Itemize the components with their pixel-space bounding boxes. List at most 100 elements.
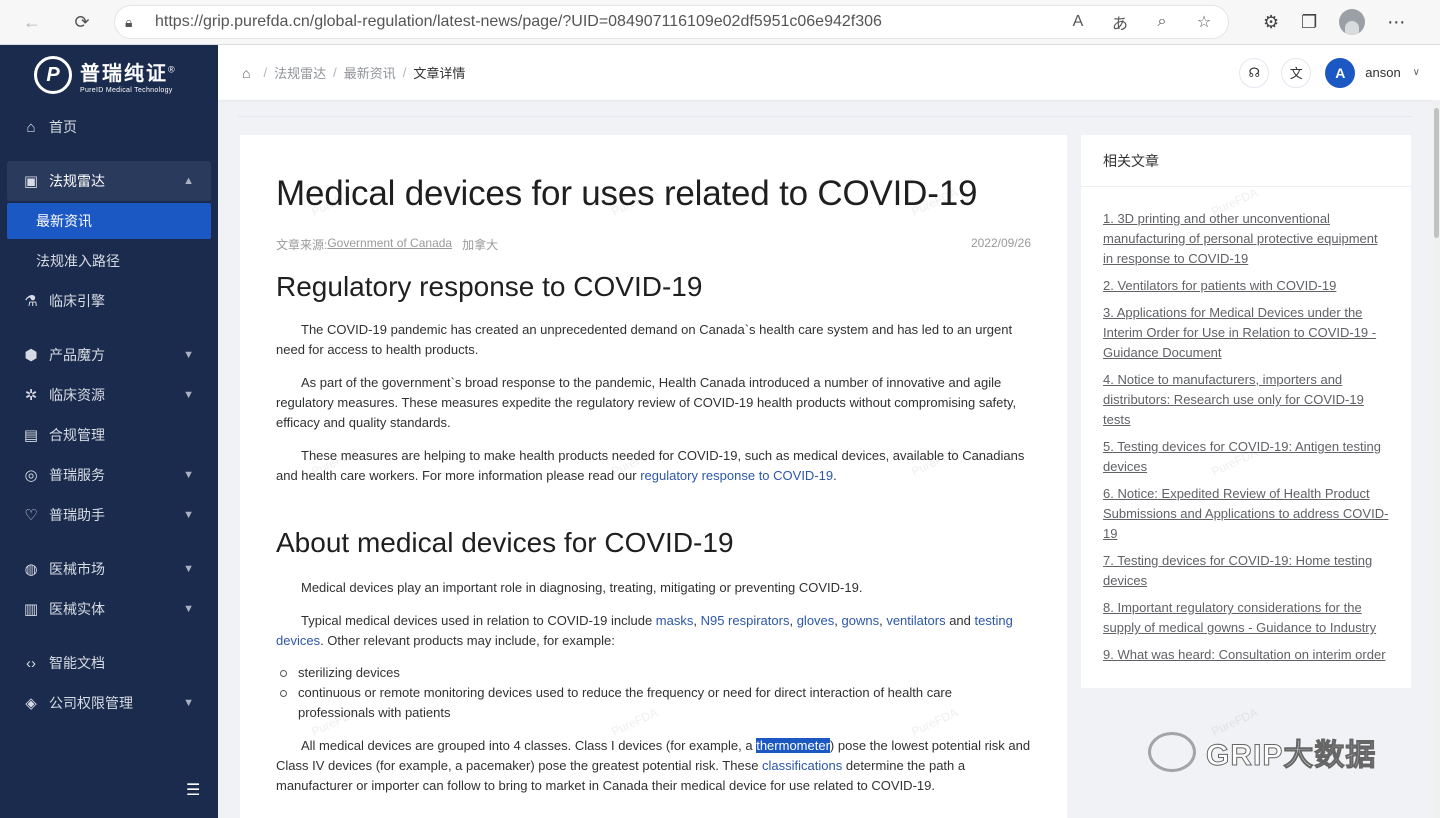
selected-text[interactable]: thermometer: [756, 738, 830, 753]
brand-logo[interactable]: P 普瑞纯证® PureID Medical Technology: [0, 45, 218, 105]
chevron-down-icon[interactable]: ∨: [1413, 67, 1420, 78]
gloves-link[interactable]: gloves: [797, 613, 835, 628]
related-link[interactable]: 9. What was heard: Consultation on inter…: [1103, 647, 1386, 662]
sidebar-item-access-path[interactable]: 法规准入路径: [0, 241, 218, 281]
section-heading: About medical devices for COVID-19: [276, 527, 734, 558]
brand-name-cn: 普瑞纯证®: [80, 62, 177, 85]
related-link[interactable]: 2. Ventilators for patients with COVID-1…: [1103, 278, 1336, 293]
brand-watermark: GRIP大数据: [1148, 730, 1376, 774]
scrollbar-thumb[interactable]: [1434, 108, 1439, 238]
heart-icon: ♡: [24, 507, 38, 524]
chevron-down-icon: ▼: [183, 469, 194, 481]
add-favorite-icon[interactable]: ☆: [1190, 12, 1218, 32]
url-text[interactable]: https://grip.purefda.cn/global-regulatio…: [155, 13, 882, 31]
related-articles-panel: 相关文章 1. 3D printing and other unconventi…: [1081, 135, 1411, 688]
source-link[interactable]: Government of Canada: [327, 236, 452, 253]
article-card: Medical devices for uses related to COVI…: [240, 135, 1067, 818]
sidebar-item-latest-news[interactable]: 最新资讯: [7, 203, 211, 239]
brand-name-en: PureID Medical Technology: [80, 86, 173, 94]
refresh-icon[interactable]: ⟳: [66, 6, 98, 38]
lock-icon[interactable]: 🔒︎: [125, 14, 151, 31]
classifications-link[interactable]: classifications: [762, 758, 842, 773]
related-link[interactable]: 1. 3D printing and other unconventional …: [1103, 211, 1378, 266]
language-icon[interactable]: 文: [1281, 57, 1312, 88]
regulatory-response-link[interactable]: regulatory response to COVID-19: [640, 468, 833, 483]
translate-icon[interactable]: あ: [1106, 10, 1134, 34]
breadcrumb: ⌂ / 法规雷达 / 最新资讯 / 文章详情: [242, 63, 466, 82]
bullet-list: sterilizing devices continuous or remote…: [276, 663, 1031, 723]
profile-avatar[interactable]: [1339, 9, 1366, 35]
article-date: 2022/09/26: [970, 236, 1031, 250]
sidebar-item-clinical-engine[interactable]: ⚗ 临床引擎: [0, 281, 218, 321]
zoom-icon[interactable]: ⌕: [1148, 13, 1176, 31]
sidebar-item-regulatory-radar[interactable]: ▣ 法规雷达 ▲: [7, 161, 211, 201]
compass-icon: ◎: [24, 467, 38, 484]
country-label: 加拿大: [462, 238, 499, 252]
section-heading: Regulatory response to COVID-19: [276, 271, 703, 302]
list-item: 7. Testing devices for COVID-19: Home te…: [1103, 551, 1391, 591]
sidebar-item-compliance[interactable]: ▤ 合规管理: [0, 415, 218, 455]
sidebar-item-device-market[interactable]: ◍ 医械市场 ▼: [0, 549, 218, 589]
sidebar-item-services[interactable]: ◎ 普瑞服务 ▼: [0, 455, 218, 495]
n95-link[interactable]: N95 respirators: [701, 613, 790, 628]
sidebar-menu: ⌂ 首页 ▣ 法规雷达 ▲ 最新资讯 法规准入路径 ⚗ 临床引擎 ⬢ 产品魔方 ▼ ✲ 临床资…: [0, 107, 218, 723]
back-arrow-icon[interactable]: ←: [16, 6, 48, 38]
list-item: sterilizing devices: [276, 663, 1031, 683]
list-item: 3. Applications for Medical Devices unde…: [1103, 303, 1391, 363]
related-link[interactable]: 6. Notice: Expedited Review of Health Pr…: [1103, 486, 1388, 541]
sidebar-item-permissions[interactable]: ◈ 公司权限管理 ▼: [0, 683, 218, 723]
read-aloud-icon[interactable]: A: [1064, 13, 1092, 31]
article-meta: 文章来源: Government of Canada 加拿大 2022/09/2…: [276, 236, 1031, 253]
chevron-down-icon: ▼: [183, 349, 194, 361]
more-menu-icon[interactable]: ⋯: [1387, 12, 1405, 33]
page-header: ⌂ / 法规雷达 / 最新资讯 / 文章详情 ☊ 文 A anson ∨: [218, 45, 1440, 100]
paragraph: The COVID-19 pandemic has created an unp…: [276, 322, 1013, 357]
sidebar-item-home[interactable]: ⌂ 首页: [0, 107, 218, 147]
paragraph: All medical devices are grouped into 4 c…: [276, 738, 1031, 793]
collections-icon[interactable]: ❐: [1301, 12, 1317, 33]
chevron-up-icon: ▲: [183, 175, 194, 187]
gowns-link[interactable]: gowns: [842, 613, 880, 628]
sidebar-item-smart-docs[interactable]: ‹› 智能文档: [0, 643, 218, 683]
chevron-down-icon: ▼: [183, 697, 194, 709]
sidebar-item-clinical-resources[interactable]: ✲ 临床资源 ▼: [0, 375, 218, 415]
list-item: 6. Notice: Expedited Review of Health Pr…: [1103, 484, 1391, 544]
layers-icon: ◈: [25, 695, 37, 712]
related-link[interactable]: 5. Testing devices for COVID-19: Antigen…: [1103, 439, 1381, 474]
related-link[interactable]: 8. Important regulatory considerations f…: [1103, 600, 1376, 635]
flask-icon: ⚗: [24, 293, 38, 310]
ventilators-link[interactable]: ventilators: [886, 613, 945, 628]
avatar[interactable]: A: [1325, 57, 1356, 88]
sidebar-item-product-cube[interactable]: ⬢ 产品魔方 ▼: [0, 335, 218, 375]
extensions-icon[interactable]: ⚙: [1263, 12, 1279, 33]
breadcrumb-item[interactable]: 最新资讯: [344, 63, 396, 82]
address-bar[interactable]: 🔒︎ https://grip.purefda.cn/global-regula…: [114, 5, 1229, 39]
home-icon: ⌂: [26, 118, 36, 136]
paragraph: These measures are helping to make healt…: [276, 448, 1025, 483]
list-item: 9. What was heard: Consultation on inter…: [1103, 645, 1391, 665]
sidebar: P 普瑞纯证® PureID Medical Technology ⌂ 首页 ▣ 法…: [0, 45, 218, 818]
list-item: 8. Important regulatory considerations f…: [1103, 598, 1391, 638]
chevron-down-icon: ▼: [183, 603, 194, 615]
list-item: 4. Notice to manufacturers, importers an…: [1103, 370, 1391, 430]
user-name[interactable]: anson: [1365, 65, 1400, 80]
code-icon: ‹›: [26, 654, 36, 672]
masks-link[interactable]: masks: [656, 613, 694, 628]
sidebar-item-assistant[interactable]: ♡ 普瑞助手 ▼: [0, 495, 218, 535]
sidebar-item-device-entity[interactable]: ▥ 医械实体 ▼: [0, 589, 218, 629]
article-title: Medical devices for uses related to COVI…: [276, 174, 978, 213]
gear-icon: ✲: [24, 387, 38, 404]
building-icon: ▥: [23, 601, 39, 618]
breadcrumb-item[interactable]: 法规雷达: [274, 63, 326, 82]
scrollbar[interactable]: [1433, 100, 1440, 818]
related-link[interactable]: 7. Testing devices for COVID-19: Home te…: [1103, 553, 1372, 588]
related-link[interactable]: 4. Notice to manufacturers, importers an…: [1103, 372, 1364, 427]
list-item: 5. Testing devices for COVID-19: Antigen…: [1103, 437, 1391, 477]
collapse-menu-icon[interactable]: ☰: [186, 780, 200, 800]
breadcrumb-current: 文章详情: [413, 66, 466, 81]
logo-icon: P: [34, 56, 72, 94]
home-icon[interactable]: ⌂: [242, 65, 250, 81]
related-link[interactable]: 3. Applications for Medical Devices unde…: [1103, 305, 1376, 360]
support-icon[interactable]: ☊: [1239, 57, 1270, 88]
paragraph: As part of the government`s broad respon…: [276, 375, 1017, 430]
